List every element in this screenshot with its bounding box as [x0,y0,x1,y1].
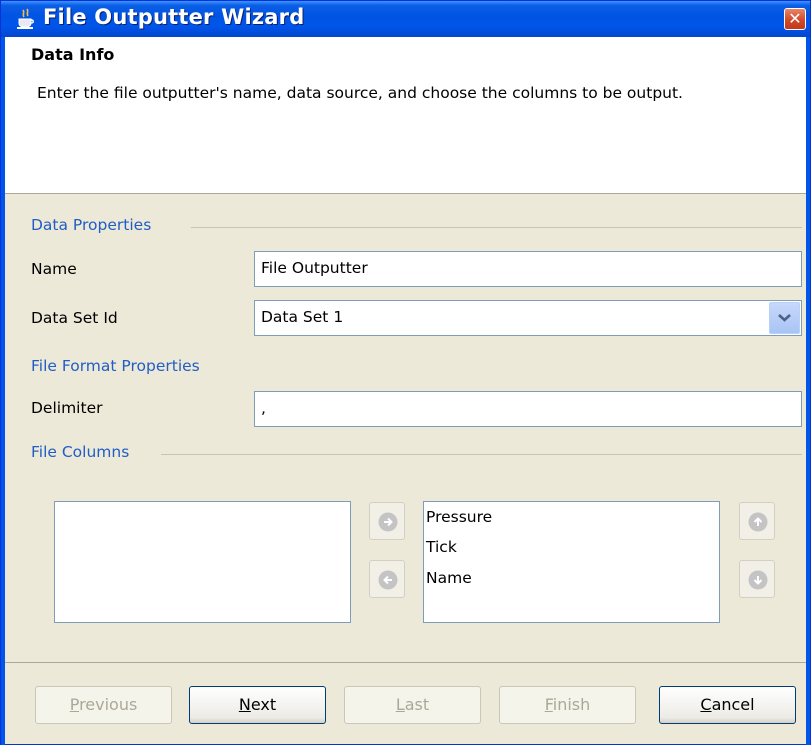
right-border [806,37,810,745]
delimiter-label: Delimiter [31,399,103,417]
finish-mnemonic: F [544,695,553,714]
move-down-button[interactable] [739,560,775,598]
footer-divider [5,662,806,663]
finish-label: inish [552,695,591,714]
wizard-header [5,37,806,194]
title-bar[interactable]: File Outputter Wizard ✕ [1,1,810,37]
next-label: ext [250,695,277,714]
selected-columns-list[interactable]: Pressure Tick Name [423,501,720,623]
section-file-format: File Format Properties [31,357,200,375]
dataset-label: Data Set Id [31,309,118,327]
arrow-right-icon [378,512,398,532]
add-column-button[interactable] [369,502,405,540]
arrow-up-icon [748,512,768,532]
dataset-dropdown-button[interactable] [769,302,800,334]
cancel-mnemonic: C [700,695,712,714]
finish-button[interactable]: Finish [499,686,636,724]
java-cup-icon [17,8,34,29]
previous-mnemonic: P [69,695,80,714]
list-item[interactable]: Tick [426,538,457,556]
arrow-left-icon [378,570,398,590]
dataset-selected-value: Data Set 1 [261,308,344,326]
cancel-label: ancel [711,695,755,714]
section-divider [161,454,802,455]
wizard-window: File Outputter Wizard ✕ Data Info Enter … [0,0,811,745]
next-mnemonic: N [238,695,251,714]
last-mnemonic: L [395,695,405,714]
close-button[interactable]: ✕ [784,8,806,30]
list-item[interactable]: Name [426,569,472,587]
cancel-button[interactable]: Cancel [659,686,796,724]
last-button[interactable]: Last [344,686,481,724]
section-divider [191,227,802,228]
previous-button[interactable]: Previous [35,686,172,724]
name-label: Name [31,260,77,278]
window-title: File Outputter Wizard [43,5,305,29]
remove-column-button[interactable] [369,560,405,598]
close-icon: ✕ [788,9,802,28]
section-data-properties: Data Properties [31,216,152,234]
move-up-button[interactable] [739,502,775,540]
name-field[interactable]: File Outputter [254,251,802,287]
previous-label: revious [79,695,138,714]
dataset-select[interactable]: Data Set 1 [254,300,802,336]
section-file-columns: File Columns [31,443,130,461]
page-description: Enter the file outputter's name, data so… [37,84,683,102]
chevron-down-icon [778,314,791,322]
delimiter-field[interactable]: , [254,391,802,427]
available-columns-list[interactable] [54,501,351,623]
last-label: ast [404,695,430,714]
arrow-down-icon [748,570,768,590]
list-item[interactable]: Pressure [426,508,492,526]
page-title: Data Info [31,45,115,64]
next-button[interactable]: Next [189,686,326,724]
